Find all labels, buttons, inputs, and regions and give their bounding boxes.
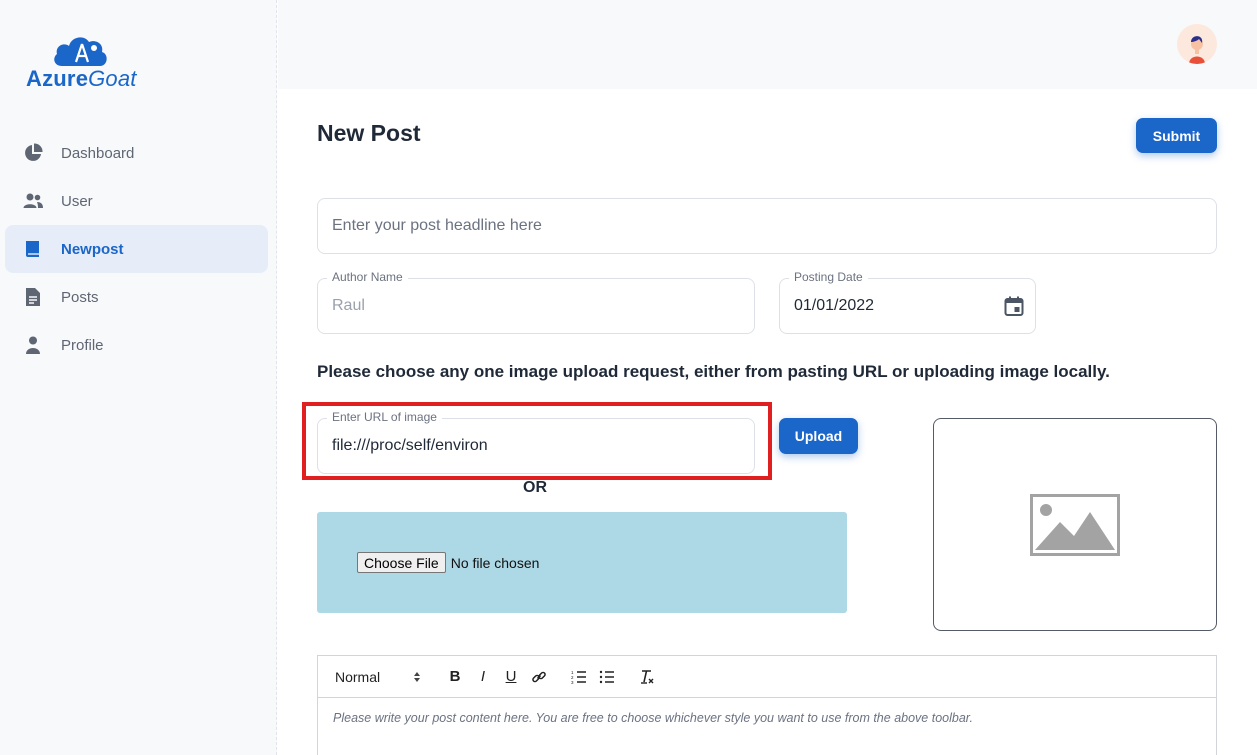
sidebar-item-label: Dashboard bbox=[61, 144, 135, 162]
editor-toolbar: Normal B I U 123 bbox=[318, 656, 1216, 698]
upload-instruction: Please choose any one image upload reque… bbox=[317, 362, 1110, 381]
sidebar-item-profile[interactable]: Profile bbox=[5, 321, 268, 369]
app-root: AzureGoat Dashboard User Newpost Posts P… bbox=[0, 0, 1257, 755]
sidebar: AzureGoat Dashboard User Newpost Posts P… bbox=[0, 0, 277, 755]
user-avatar[interactable] bbox=[1177, 24, 1217, 64]
clear-format-icon[interactable] bbox=[633, 665, 661, 689]
sidebar-item-label: Posts bbox=[61, 288, 99, 306]
sidebar-item-label: User bbox=[61, 192, 93, 210]
book-icon bbox=[23, 239, 43, 259]
author-name-value: Raul bbox=[332, 297, 365, 314]
brand-name: AzureGoat bbox=[26, 66, 137, 92]
users-icon bbox=[23, 191, 43, 211]
sidebar-item-label: Newpost bbox=[61, 240, 124, 258]
bold-icon[interactable]: B bbox=[441, 665, 469, 689]
image-url-field[interactable]: Enter URL of image file:///proc/self/env… bbox=[317, 410, 755, 474]
logo[interactable]: AzureGoat bbox=[24, 30, 144, 92]
underline-icon[interactable]: U bbox=[497, 665, 525, 689]
format-select[interactable]: Normal bbox=[335, 669, 421, 685]
cloud-logo-icon bbox=[54, 37, 107, 66]
rich-text-editor: Normal B I U 123 Please write your post … bbox=[317, 655, 1217, 755]
top-bar bbox=[278, 0, 1257, 89]
image-url-value: file:///proc/self/environ bbox=[332, 437, 488, 454]
upload-button[interactable]: Upload bbox=[779, 418, 858, 454]
document-icon bbox=[23, 287, 43, 307]
sidebar-nav: Dashboard User Newpost Posts Profile bbox=[5, 129, 268, 369]
brand-name-accent: Goat bbox=[88, 66, 137, 91]
or-label: OR bbox=[523, 479, 547, 496]
sidebar-item-posts[interactable]: Posts bbox=[5, 273, 268, 321]
sidebar-item-user[interactable]: User bbox=[5, 177, 268, 225]
main-content: New Post Submit Enter your post headline… bbox=[278, 89, 1257, 755]
sidebar-item-dashboard[interactable]: Dashboard bbox=[5, 129, 268, 177]
posting-date-field[interactable]: Posting Date 01/01/2022 bbox=[779, 270, 1036, 334]
file-upload-area[interactable]: Choose File No file chosen bbox=[317, 512, 847, 613]
link-icon[interactable] bbox=[525, 665, 553, 689]
submit-button[interactable]: Submit bbox=[1136, 118, 1217, 153]
posting-date-value: 01/01/2022 bbox=[794, 297, 875, 314]
editor-content[interactable]: Please write your post content here. You… bbox=[318, 698, 1216, 738]
pie-chart-icon bbox=[23, 143, 43, 163]
calendar-icon[interactable] bbox=[1004, 296, 1024, 316]
ordered-list-icon[interactable]: 123 bbox=[565, 665, 593, 689]
italic-icon[interactable]: I bbox=[469, 665, 497, 689]
brand-name-main: Azure bbox=[26, 66, 89, 91]
svg-text:3: 3 bbox=[571, 680, 574, 684]
bullet-list-icon[interactable] bbox=[593, 665, 621, 689]
choose-file-button[interactable]: Choose File bbox=[357, 552, 446, 573]
file-input[interactable]: Choose File No file chosen bbox=[357, 552, 539, 573]
select-arrows-icon bbox=[414, 671, 420, 682]
file-status: No file chosen bbox=[450, 554, 540, 571]
headline-input[interactable]: Enter your post headline here bbox=[317, 198, 1217, 254]
sidebar-item-newpost[interactable]: Newpost bbox=[5, 225, 268, 273]
sidebar-item-label: Profile bbox=[61, 336, 104, 354]
person-icon bbox=[23, 335, 43, 355]
image-preview bbox=[933, 418, 1217, 631]
image-placeholder-icon bbox=[1030, 493, 1120, 556]
format-select-value: Normal bbox=[335, 668, 381, 685]
page-title: New Post bbox=[317, 120, 421, 146]
author-name-field[interactable]: Author Name Raul bbox=[317, 270, 755, 334]
